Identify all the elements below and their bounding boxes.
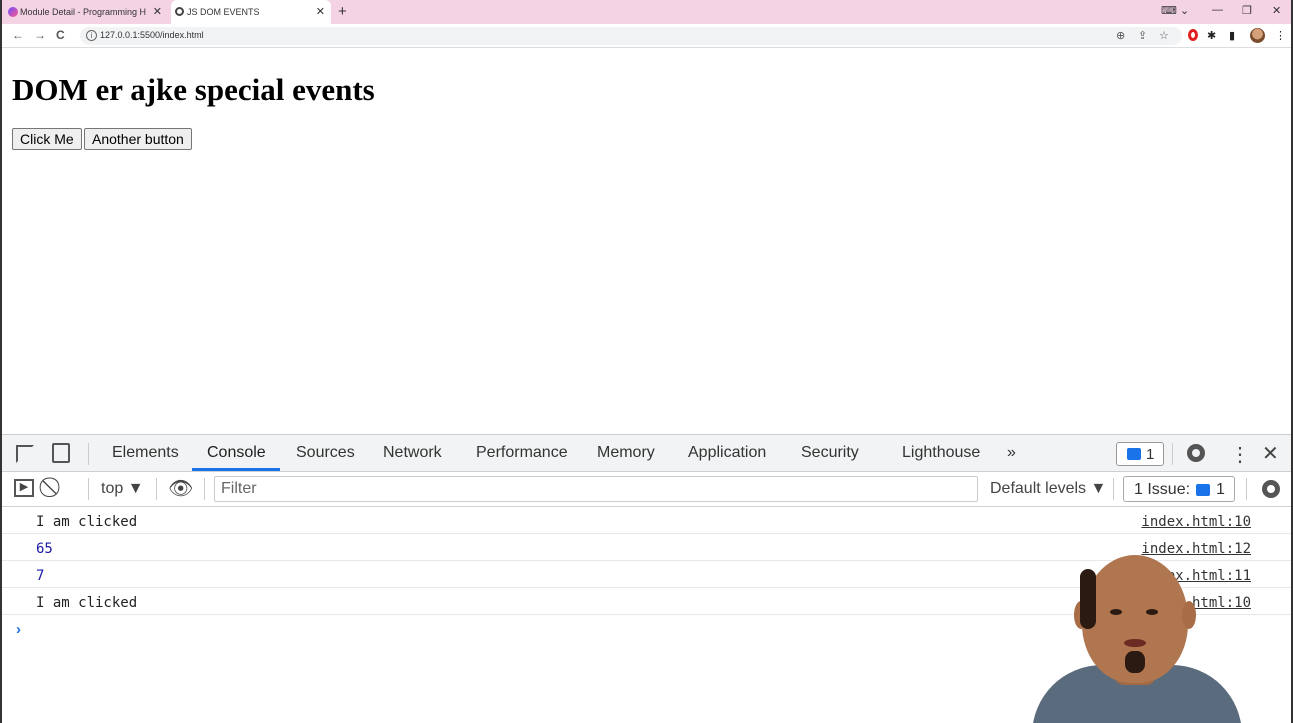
presenter-hair xyxy=(1080,569,1096,629)
tab-title: Module Detail - Programming H xyxy=(20,7,147,17)
menu-icon[interactable]: ⋮ xyxy=(1275,29,1286,42)
inspect-element-icon[interactable] xyxy=(16,445,34,463)
restore-icon[interactable]: ❐ xyxy=(1242,4,1252,17)
devtools-tabbar: Elements Console Sources Network Perform… xyxy=(2,435,1291,472)
tab-module-detail[interactable]: Module Detail - Programming H ✕ xyxy=(4,0,168,24)
browser-toolbar: ← → C i 127.0.0.1:5500/index.html ⊕ ⇪ ☆ … xyxy=(2,24,1291,48)
page-title: DOM er ajke special events xyxy=(12,72,375,107)
console-message: 7 xyxy=(36,568,45,584)
device-toolbar-icon[interactable] xyxy=(52,443,70,463)
divider xyxy=(1113,478,1114,500)
console-row: I am clicked index.html:10 xyxy=(2,507,1291,534)
close-icon[interactable]: ✕ xyxy=(316,5,325,18)
divider xyxy=(88,478,89,500)
tab-network[interactable]: Network xyxy=(383,444,442,462)
divider xyxy=(204,478,205,500)
console-settings-gear-icon[interactable] xyxy=(1262,480,1280,498)
sidepanel-icon[interactable]: ▮ xyxy=(1229,29,1235,42)
star-icon[interactable]: ☆ xyxy=(1159,29,1169,42)
reload-icon[interactable]: C xyxy=(56,28,65,42)
close-icon[interactable]: ✕ xyxy=(153,5,162,18)
share-icon[interactable]: ⇪ xyxy=(1138,29,1147,42)
browser-tabstrip: Module Detail - Programming H ✕ JS DOM E… xyxy=(2,0,1291,24)
messages-count: 1 xyxy=(1146,446,1155,463)
tab-performance[interactable]: Performance xyxy=(476,444,568,462)
source-link[interactable]: index.html:10 xyxy=(1141,514,1251,530)
tab-elements[interactable]: Elements xyxy=(112,444,179,462)
presenter-eye xyxy=(1110,609,1122,615)
forward-icon[interactable]: → xyxy=(34,28,46,42)
console-message: I am clicked xyxy=(36,595,138,611)
divider xyxy=(1172,443,1173,465)
another-button[interactable]: Another button xyxy=(84,128,192,150)
tab-lighthouse[interactable]: Lighthouse xyxy=(902,444,980,462)
profile-avatar[interactable] xyxy=(1250,28,1265,43)
tab-security[interactable]: Security xyxy=(801,444,859,462)
tab-application[interactable]: Application xyxy=(688,444,766,462)
console-message: I am clicked xyxy=(36,514,138,530)
zoom-icon[interactable]: ⊕ xyxy=(1116,29,1125,42)
console-prompt-icon[interactable]: › xyxy=(16,621,21,638)
divider xyxy=(156,478,157,500)
presenter-beard xyxy=(1125,651,1145,673)
messages-badge[interactable]: 1 xyxy=(1116,442,1164,466)
issues-count: 1 xyxy=(1216,481,1225,498)
active-tab-indicator xyxy=(192,468,280,471)
issues-button[interactable]: 1 Issue: 1 xyxy=(1123,476,1235,502)
url-text: 127.0.0.1:5500/index.html xyxy=(100,30,204,40)
globe-icon xyxy=(175,7,184,16)
info-icon[interactable]: i xyxy=(86,30,97,41)
eye-icon[interactable]: 👁 xyxy=(168,476,193,501)
address-bar[interactable]: i 127.0.0.1:5500/index.html xyxy=(80,27,1182,45)
tab-sources[interactable]: Sources xyxy=(296,444,355,462)
presenter-webcam-overlay xyxy=(1032,555,1242,723)
extensions-icon[interactable]: ✱ xyxy=(1207,29,1216,42)
screen: Module Detail - Programming H ✕ JS DOM E… xyxy=(0,0,1293,723)
minimize-icon[interactable]: — xyxy=(1212,4,1223,16)
presenter-ear xyxy=(1182,601,1196,629)
issues-label: 1 Issue: xyxy=(1134,481,1191,498)
filter-input[interactable] xyxy=(214,476,978,502)
back-icon[interactable]: ← xyxy=(12,28,24,42)
kebab-menu-icon[interactable]: ⋮ xyxy=(1230,442,1250,467)
new-tab-plus-icon[interactable]: + xyxy=(338,3,347,20)
divider xyxy=(1246,478,1247,500)
programming-hero-favicon-icon xyxy=(8,7,18,17)
tab-title: JS DOM EVENTS xyxy=(187,7,260,17)
levels-label: Default levels xyxy=(990,480,1087,497)
console-filterbar: ▶ ⃠ top ▼ 👁 Default levels ▼ 1 Issue: 1 xyxy=(2,472,1291,507)
tab-search-icon[interactable]: ⌨ xyxy=(1161,4,1177,17)
sidebar-toggle-icon[interactable]: ▶ xyxy=(14,479,34,497)
settings-gear-icon[interactable] xyxy=(1187,444,1205,462)
click-me-button[interactable]: Click Me xyxy=(12,128,82,150)
issue-icon xyxy=(1196,484,1210,496)
tab-console[interactable]: Console xyxy=(207,444,266,462)
close-devtools-icon[interactable]: ✕ xyxy=(1262,441,1279,466)
presenter-eye xyxy=(1146,609,1158,615)
window-close-icon[interactable]: ✕ xyxy=(1272,4,1281,17)
presenter-mouth xyxy=(1124,639,1146,647)
chevron-down-icon[interactable]: ⌄ xyxy=(1180,4,1189,17)
context-label: top xyxy=(101,480,124,497)
more-tabs-icon[interactable]: » xyxy=(1007,444,1016,462)
console-message: 65 xyxy=(36,541,53,557)
divider xyxy=(88,443,89,465)
tab-js-dom-events[interactable]: JS DOM EVENTS ✕ xyxy=(171,0,331,24)
context-selector[interactable]: top ▼ xyxy=(101,480,144,498)
log-levels-dropdown[interactable]: Default levels ▼ xyxy=(990,480,1106,498)
opera-icon[interactable] xyxy=(1188,29,1198,41)
tab-memory[interactable]: Memory xyxy=(597,444,655,462)
message-icon xyxy=(1127,448,1141,460)
